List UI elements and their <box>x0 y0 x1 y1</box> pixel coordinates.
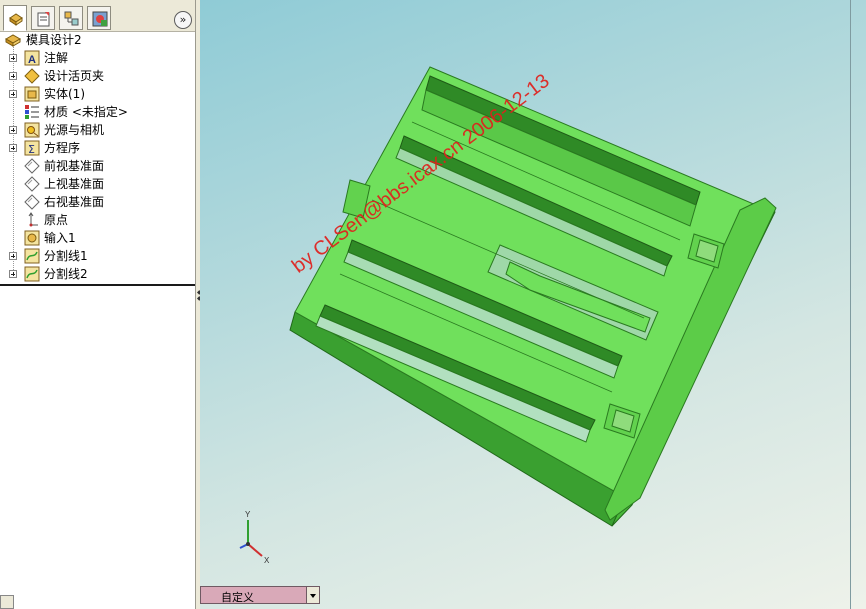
tree-item-label: 实体(1) <box>44 87 85 101</box>
tree-item-label: 方程序 <box>44 141 81 155</box>
annotations-icon: A <box>24 50 40 66</box>
imported-feature-icon <box>24 230 40 246</box>
configuration-manager-icon <box>64 11 79 26</box>
dropdown-arrow-icon[interactable] <box>306 586 320 604</box>
tree-item-top-plane[interactable]: 上视基准面 <box>0 175 195 193</box>
tab-display-manager[interactable] <box>87 6 111 30</box>
expand-icon[interactable] <box>9 252 17 260</box>
tree-item-label: 分割线1 <box>44 249 88 263</box>
expand-icon[interactable] <box>9 90 17 98</box>
tree-item-label: 光源与相机 <box>44 123 105 137</box>
solid-bodies-icon <box>24 86 40 102</box>
tree-root-label: 模具设计2 <box>26 33 82 47</box>
viewport-edge <box>850 0 851 609</box>
origin-icon <box>28 212 38 227</box>
design-binder-icon <box>24 68 40 84</box>
tab-configuration-manager[interactable] <box>59 6 83 30</box>
tree-item-lights-cameras[interactable]: 光源与相机 <box>0 121 195 139</box>
tree-item-import1[interactable]: 输入1 <box>0 229 195 247</box>
equations-icon: Σ <box>24 140 40 156</box>
split-line-icon <box>24 266 40 282</box>
tree-item-label: 材质 <未指定> <box>44 105 128 119</box>
expand-icon[interactable] <box>9 270 17 278</box>
coordinate-triad <box>239 520 263 557</box>
collapse-panel-button[interactable]: » <box>174 11 192 29</box>
part-icon <box>4 34 22 47</box>
configuration-dropdown[interactable]: 自定义 <box>200 586 320 604</box>
rollback-bar[interactable] <box>0 284 195 286</box>
plane-icon <box>24 194 40 210</box>
plane-icon <box>24 176 40 192</box>
tree-item-label: 上视基准面 <box>44 177 105 191</box>
triad-y-label: Y <box>245 510 251 519</box>
manager-tab-bar: » <box>0 0 195 32</box>
tree-root[interactable]: 模具设计2 <box>0 31 195 49</box>
tree-item-right-plane[interactable]: 右视基准面 <box>0 193 195 211</box>
tree-item-label: 分割线2 <box>44 267 88 281</box>
tree-item-material[interactable]: 材质 <未指定> <box>0 103 195 121</box>
feature-manager-icon <box>9 13 23 26</box>
tab-feature-manager[interactable] <box>3 5 27 31</box>
property-manager-icon <box>37 12 50 27</box>
tree-item-solid-bodies[interactable]: 实体(1) <box>0 85 195 103</box>
mold-part-model[interactable] <box>289 66 777 527</box>
tree-item-split-line1[interactable]: 分割线1 <box>0 247 195 265</box>
tree-item-label: 设计活页夹 <box>44 69 105 83</box>
tree-item-label: 输入1 <box>44 231 76 245</box>
triad-x-label: X <box>264 556 270 565</box>
split-line-icon <box>24 248 40 264</box>
svg-text:Σ: Σ <box>28 143 35 156</box>
material-icon <box>25 105 39 119</box>
scroll-button[interactable] <box>0 595 14 609</box>
tree-item-label: 注解 <box>44 51 69 65</box>
tree-item-label: 右视基准面 <box>44 195 105 209</box>
tree-item-split-line2[interactable]: 分割线2 <box>0 265 195 283</box>
configuration-label: 自定义 <box>221 591 254 604</box>
svg-text:A: A <box>28 54 36 66</box>
tree-item-annotations[interactable]: A 注解 <box>0 49 195 67</box>
tree-item-front-plane[interactable]: 前视基准面 <box>0 157 195 175</box>
expand-icon[interactable] <box>9 144 17 152</box>
tree-item-label: 前视基准面 <box>44 159 105 173</box>
expand-icon[interactable] <box>9 54 17 62</box>
display-manager-icon <box>92 11 108 27</box>
tree-item-equations[interactable]: Σ 方程序 <box>0 139 195 157</box>
expand-icon[interactable] <box>9 72 17 80</box>
lights-cameras-icon <box>24 122 40 138</box>
graphics-viewport[interactable]: by CLSen@bbs.icax.cn 2006-12-13 Y X <box>200 0 866 609</box>
tree-item-design-binder[interactable]: 设计活页夹 <box>0 67 195 85</box>
tree-item-label: 原点 <box>44 213 69 227</box>
expand-icon[interactable] <box>9 126 17 134</box>
plane-icon <box>24 158 40 174</box>
feature-manager-panel: » 模具设计2 A 注解 设计活页夹 实体(1) 材质 <未指定> 光源与相机 … <box>0 0 196 609</box>
tree-item-origin[interactable]: 原点 <box>0 211 195 229</box>
tab-property-manager[interactable] <box>31 6 55 30</box>
